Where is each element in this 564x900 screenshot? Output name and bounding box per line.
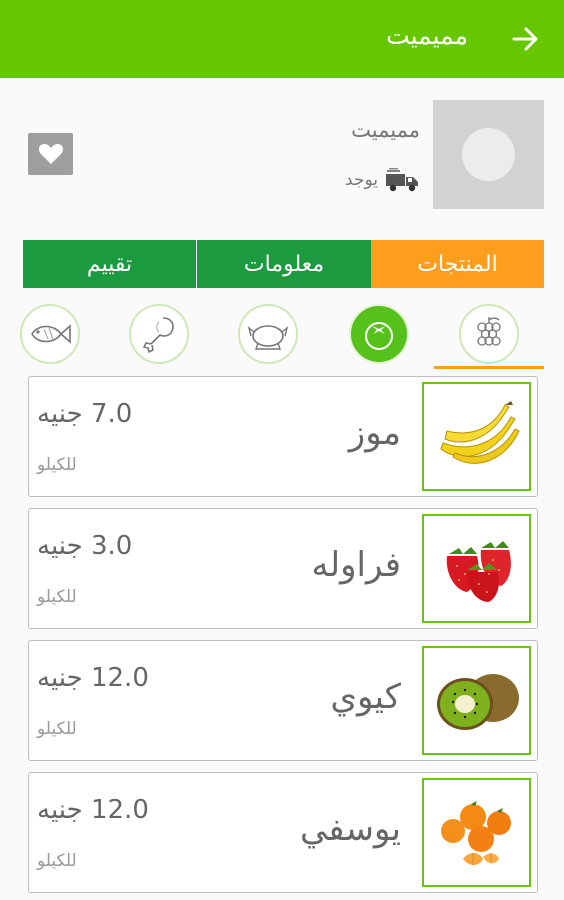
product-name: كيوي xyxy=(330,677,401,717)
heart-icon xyxy=(38,144,63,164)
store-image xyxy=(433,100,544,209)
tab-products[interactable]: المنتجات xyxy=(371,240,544,288)
product-unit: للكيلو xyxy=(37,719,77,739)
product-price: 7.0 جنيه xyxy=(37,399,133,429)
favorite-button[interactable] xyxy=(28,133,73,175)
tab-rating[interactable]: تقييم xyxy=(23,240,196,288)
category-fish[interactable] xyxy=(20,304,80,364)
product-price: 12.0 جنيه xyxy=(37,663,149,693)
category-fruits[interactable] xyxy=(459,304,519,364)
truck-icon xyxy=(386,168,418,192)
poultry-icon xyxy=(247,325,289,350)
category-bar xyxy=(0,300,564,370)
grapes-icon xyxy=(477,317,501,346)
app-bar: مميميت xyxy=(0,0,564,78)
product-card-mandarin[interactable]: يوسفي 12.0 جنيه للكيلو xyxy=(28,772,538,893)
product-unit: للكيلو xyxy=(37,851,77,871)
product-image xyxy=(422,646,531,755)
mandarin-image xyxy=(440,800,511,865)
category-meat[interactable] xyxy=(129,304,189,364)
product-image xyxy=(422,382,531,491)
page-title: مميميت xyxy=(386,21,468,50)
product-unit: للكيلو xyxy=(37,587,77,607)
product-price: 3.0 جنيه xyxy=(37,531,133,561)
tab-bar: تقييم معلومات المنتجات xyxy=(23,240,544,288)
product-name: فراوله xyxy=(311,545,401,585)
product-name: يوسفي xyxy=(299,809,401,849)
strawberry-image xyxy=(446,540,511,602)
product-price: 12.0 جنيه xyxy=(37,795,149,825)
product-image xyxy=(422,778,531,887)
category-vegetables[interactable] xyxy=(349,304,409,364)
category-selection-indicator xyxy=(434,366,544,369)
product-name: موز xyxy=(348,413,401,453)
chicken-leg-icon xyxy=(142,317,174,354)
product-card-kiwi[interactable]: كيوي 12.0 جنيه للكيلو xyxy=(28,640,538,761)
banana-image xyxy=(439,400,520,464)
product-unit: للكيلو xyxy=(37,455,77,475)
product-card-banana[interactable]: موز 7.0 جنيه للكيلو xyxy=(28,376,538,497)
delivery-label: يوجد xyxy=(345,170,378,190)
delivery-info: يوجد xyxy=(345,166,420,194)
store-name: مميميت xyxy=(351,118,420,142)
product-card-strawberry[interactable]: فراوله 3.0 جنيه للكيلو xyxy=(28,508,538,629)
arrow-back-icon xyxy=(512,27,538,51)
fish-icon xyxy=(31,324,71,344)
tomato-icon xyxy=(365,322,393,350)
back-button[interactable] xyxy=(508,22,542,56)
category-poultry[interactable] xyxy=(238,304,298,364)
tab-info[interactable]: معلومات xyxy=(197,240,371,288)
product-image xyxy=(422,514,531,623)
kiwi-image xyxy=(436,673,519,730)
